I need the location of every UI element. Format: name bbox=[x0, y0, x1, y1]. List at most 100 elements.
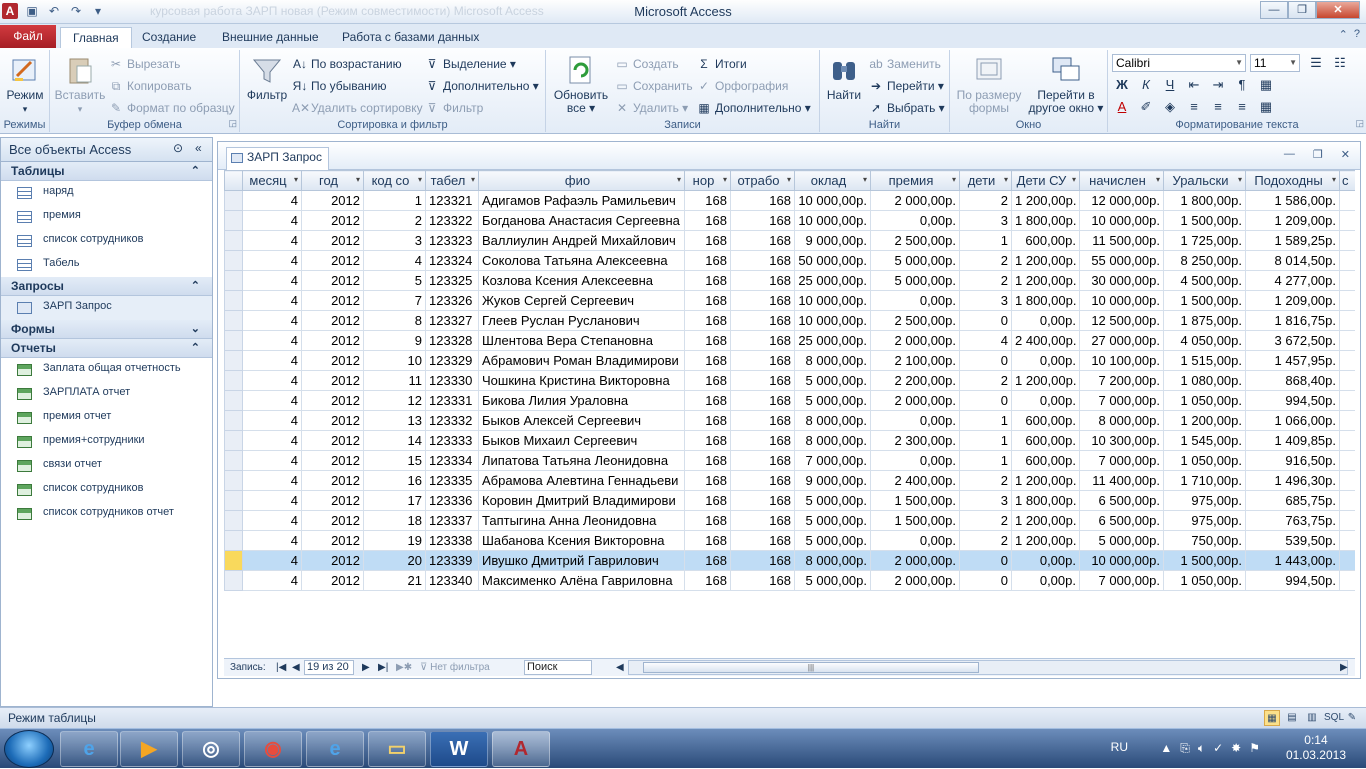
table-cell[interactable]: 8 bbox=[363, 310, 426, 331]
table-cell[interactable]: 0 bbox=[959, 570, 1012, 591]
table-cell[interactable]: 168 bbox=[730, 410, 795, 431]
table-cell[interactable]: 600,00р. bbox=[1011, 230, 1080, 251]
doc-restore-icon[interactable]: ❐ bbox=[1313, 148, 1323, 161]
table-cell[interactable]: Богданова Анастасия Сергеевна bbox=[478, 210, 685, 231]
bullets-icon[interactable]: ☰ bbox=[1306, 54, 1326, 72]
table-cell[interactable]: 168 bbox=[730, 470, 795, 491]
table-cell[interactable]: 0,00р. bbox=[870, 290, 960, 311]
table-cell[interactable] bbox=[1339, 250, 1355, 271]
table-cell[interactable]: 2012 bbox=[301, 390, 364, 411]
table-row[interactable]: 4 2012 1 123321 Адигамов Рафаэль Рамильевич 1… bbox=[224, 190, 1355, 211]
table-cell[interactable]: 168 bbox=[684, 370, 731, 391]
table-cell[interactable]: 168 bbox=[684, 210, 731, 231]
table-cell[interactable] bbox=[1339, 230, 1355, 251]
table-cell[interactable]: 2012 bbox=[301, 470, 364, 491]
table-cell[interactable]: Бикова Лилия Ураловна bbox=[478, 390, 685, 411]
table-cell[interactable] bbox=[1339, 390, 1355, 411]
goto-button[interactable]: ➔ Перейти ▾ bbox=[868, 76, 944, 96]
table-cell[interactable]: 1 586,00р. bbox=[1245, 190, 1340, 211]
table-cell[interactable] bbox=[1339, 430, 1355, 451]
ie-taskbar-icon[interactable]: e bbox=[60, 731, 118, 767]
table-cell[interactable]: 4 bbox=[242, 510, 302, 531]
column-header[interactable]: Подоходны ▾ bbox=[1245, 170, 1340, 191]
table-cell[interactable]: 1 500,00р. bbox=[870, 510, 960, 531]
table-cell[interactable]: 123332 bbox=[425, 410, 479, 431]
column-dropdown-icon[interactable]: ▾ bbox=[1238, 175, 1242, 184]
volume-icon[interactable]: 🔈︎ bbox=[1198, 741, 1205, 756]
table-cell[interactable]: 5 000,00р. bbox=[870, 270, 960, 291]
spelling-button[interactable]: ✓ Орфография bbox=[696, 76, 788, 96]
nav-section-queries[interactable]: Запросы ⌃ bbox=[1, 277, 212, 296]
table-cell[interactable]: Козлова Ксения Алексеевна bbox=[478, 270, 685, 291]
selection-button[interactable]: ⊽ Выделение ▾ bbox=[424, 54, 516, 74]
table-cell[interactable]: 27 000,00р. bbox=[1079, 330, 1164, 351]
table-cell[interactable]: 12 000,00р. bbox=[1079, 190, 1164, 211]
clipboard-launcher-icon[interactable]: ◲ bbox=[228, 118, 237, 129]
table-cell[interactable]: 0,00р. bbox=[1011, 310, 1080, 331]
table-cell[interactable]: 2 300,00р. bbox=[870, 430, 960, 451]
table-cell[interactable]: 168 bbox=[730, 350, 795, 371]
tab-external-data[interactable]: Внешние данные bbox=[210, 27, 331, 48]
table-cell[interactable]: 2012 bbox=[301, 210, 364, 231]
table-cell[interactable]: 2012 bbox=[301, 530, 364, 551]
column-header[interactable]: фио ▾ bbox=[478, 170, 685, 191]
table-row[interactable]: 4 2012 3 123323 Валлиулин Андрей Михайлович 1… bbox=[224, 230, 1355, 251]
table-cell[interactable] bbox=[1339, 530, 1355, 551]
advanced-filter-button[interactable]: ⊽ Дополнительно ▾ bbox=[424, 76, 539, 96]
column-dropdown-icon[interactable]: ▾ bbox=[787, 175, 791, 184]
table-cell[interactable]: 4 bbox=[242, 370, 302, 391]
table-cell[interactable]: 5 bbox=[363, 270, 426, 291]
table-cell[interactable]: 2 bbox=[959, 370, 1012, 391]
table-cell[interactable]: 123339 bbox=[425, 550, 479, 571]
table-cell[interactable] bbox=[1339, 330, 1355, 351]
text-formatting-launcher-icon[interactable]: ◲ bbox=[1355, 118, 1364, 129]
table-cell[interactable] bbox=[1339, 310, 1355, 331]
table-cell[interactable]: 2 bbox=[959, 270, 1012, 291]
table-cell[interactable]: 2012 bbox=[301, 570, 364, 591]
help-icon[interactable]: ? bbox=[1354, 28, 1360, 41]
table-cell[interactable]: Чошкина Кристина Викторовна bbox=[478, 370, 685, 391]
doc-close-icon[interactable]: ✕ bbox=[1341, 148, 1350, 161]
table-cell[interactable]: 16 bbox=[363, 470, 426, 491]
column-header[interactable]: дети ▾ bbox=[959, 170, 1012, 191]
table-cell[interactable]: 13 bbox=[363, 410, 426, 431]
column-header[interactable]: премия ▾ bbox=[870, 170, 960, 191]
collapse-pane-icon[interactable]: « bbox=[195, 141, 202, 155]
table-cell[interactable]: 2 000,00р. bbox=[870, 190, 960, 211]
table-cell[interactable]: Валлиулин Андрей Михайлович bbox=[478, 230, 685, 251]
horizontal-scrollbar[interactable]: ||| bbox=[628, 660, 1348, 675]
column-header[interactable]: код со ▾ bbox=[363, 170, 426, 191]
table-cell[interactable]: 8 250,00р. bbox=[1163, 250, 1246, 271]
table-cell[interactable]: 168 bbox=[684, 430, 731, 451]
table-cell[interactable]: 4 bbox=[242, 470, 302, 491]
table-cell[interactable]: 1 200,00р. bbox=[1011, 470, 1080, 491]
record-selector[interactable] bbox=[224, 410, 243, 431]
record-selector[interactable] bbox=[224, 370, 243, 391]
record-selector[interactable] bbox=[224, 230, 243, 251]
table-cell[interactable]: 10 000,00р. bbox=[794, 290, 871, 311]
table-cell[interactable]: 123322 bbox=[425, 210, 479, 231]
size-to-fit-button[interactable]: По размеру формы bbox=[954, 52, 1024, 115]
table-cell[interactable]: 123331 bbox=[425, 390, 479, 411]
table-cell[interactable]: 123328 bbox=[425, 330, 479, 351]
table-cell[interactable]: Жуков Сергей Сергеевич bbox=[478, 290, 685, 311]
nav-item-table[interactable]: премия bbox=[1, 205, 212, 229]
column-dropdown-icon[interactable]: ▾ bbox=[418, 175, 422, 184]
scroll-right-icon[interactable]: ▶ bbox=[1340, 661, 1348, 675]
table-cell[interactable]: 1 bbox=[959, 230, 1012, 251]
record-selector[interactable] bbox=[224, 330, 243, 351]
table-cell[interactable]: 4 bbox=[242, 250, 302, 271]
find-button[interactable]: Найти bbox=[824, 52, 864, 102]
nav-item-report[interactable]: Заплата общая отчетность bbox=[1, 358, 212, 382]
table-cell[interactable]: 5 000,00р. bbox=[870, 250, 960, 271]
table-cell[interactable]: 168 bbox=[684, 350, 731, 371]
quicktime-taskbar-icon[interactable]: ◎ bbox=[182, 731, 240, 767]
record-selector[interactable] bbox=[224, 350, 243, 371]
table-cell[interactable]: 5 000,00р. bbox=[1079, 530, 1164, 551]
table-cell[interactable]: 2 bbox=[959, 510, 1012, 531]
word-taskbar-icon[interactable]: W bbox=[430, 731, 488, 767]
align-left-icon[interactable]: ≡ bbox=[1184, 98, 1204, 116]
table-cell[interactable]: 1 bbox=[363, 190, 426, 211]
table-cell[interactable]: Глеев Руслан Русланович bbox=[478, 310, 685, 331]
record-selector[interactable] bbox=[224, 310, 243, 331]
